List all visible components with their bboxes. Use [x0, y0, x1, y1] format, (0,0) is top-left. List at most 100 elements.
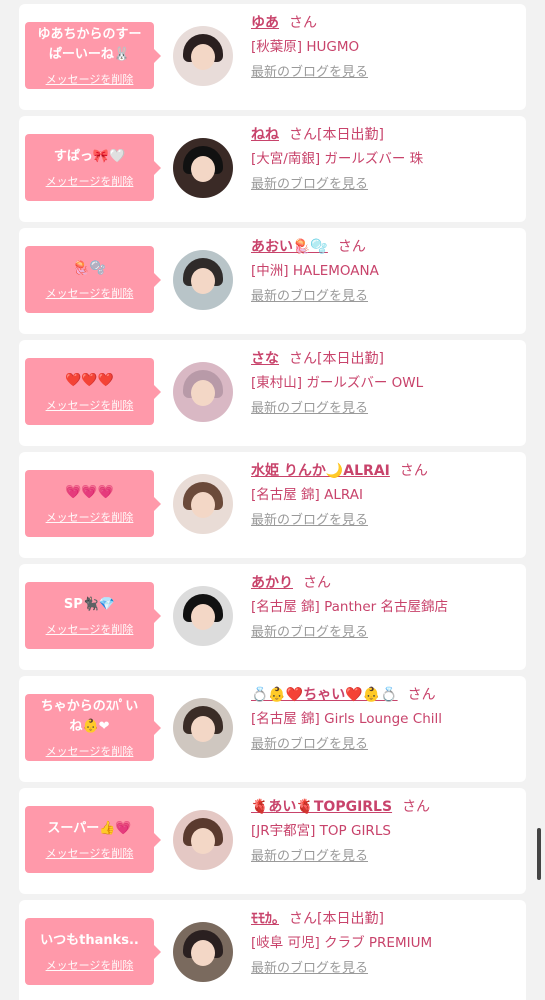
avatar[interactable] — [173, 250, 233, 310]
cast-info: ゆあ さん [秋葉原] HUGMO 最新のブログを見る — [251, 10, 518, 83]
cast-info: あかり さん [名古屋 錦] Panther 名古屋錦店 最新のブログを見る — [251, 570, 518, 643]
message-bubble: 💗💗💗 メッセージを削除 — [25, 470, 161, 537]
cast-name-link[interactable]: 💍👶❤️ちゃい❤️👶💍 — [251, 684, 398, 704]
cast-info: 💍👶❤️ちゃい❤️👶💍 さん [名古屋 錦] Girls Lounge Chil… — [251, 682, 518, 755]
delete-message-link[interactable]: メッセージを削除 — [46, 845, 134, 861]
honorific: さん — [289, 351, 317, 367]
message-card: ちゃからのｽﾊﾟい ね👶❤ メッセージを削除 💍👶❤️ちゃい❤️👶💍 さん [名… — [19, 676, 526, 782]
cast-info: ねね さん [本日出勤] [大宮/南銀] ガールズバー 珠 最新のブログを見る — [251, 122, 518, 195]
message-card: いつもthanks.. メッセージを削除 ﾓﾓｶ｡ さん [本日出勤] [岐阜 … — [19, 900, 526, 1000]
honorific: さん — [399, 463, 428, 479]
message-card: 💗💗💗 メッセージを削除 水姫 りんか🌙ALRAI さん [名古屋 錦] ALR… — [19, 452, 526, 558]
avatar-face-shape — [191, 828, 215, 854]
latest-blog-link[interactable]: 最新のブログを見る — [251, 623, 518, 643]
message-card: SP🐈‍⬛💎 メッセージを削除 あかり さん [名古屋 錦] Panther 名… — [19, 564, 526, 670]
name-row: あかり さん — [251, 570, 518, 594]
cast-info: 水姫 りんか🌙ALRAI さん [名古屋 錦] ALRAI 最新のブログを見る — [251, 458, 518, 531]
avatar[interactable] — [173, 698, 233, 758]
message-card: すぱっ🎀🤍 メッセージを削除 ねね さん [本日出勤] [大宮/南銀] ガールズ… — [19, 116, 526, 222]
message-text: いつもthanks.. — [40, 932, 139, 948]
name-row: ﾓﾓｶ｡ さん [本日出勤] — [251, 906, 518, 930]
latest-blog-link[interactable]: 最新のブログを見る — [251, 63, 518, 83]
name-row: さな さん [本日出勤] — [251, 346, 518, 370]
honorific: さん — [303, 575, 331, 591]
message-text: ❤️❤️❤️ — [65, 372, 114, 388]
latest-blog-link[interactable]: 最新のブログを見る — [251, 175, 518, 195]
message-card: ❤️❤️❤️ メッセージを削除 さな さん [本日出勤] [東村山] ガールズバ… — [19, 340, 526, 446]
cast-info: さな さん [本日出勤] [東村山] ガールズバー OWL 最新のブログを見る — [251, 346, 518, 419]
latest-blog-link[interactable]: 最新のブログを見る — [251, 399, 518, 419]
name-row: 💍👶❤️ちゃい❤️👶💍 さん — [251, 682, 518, 706]
avatar[interactable] — [173, 362, 233, 422]
cast-name-link[interactable]: あおい🪼🫧 — [251, 236, 328, 256]
message-bubble: ちゃからのｽﾊﾟい ね👶❤ メッセージを削除 — [25, 694, 161, 761]
name-row: あおい🪼🫧 さん — [251, 234, 518, 258]
scrollbar-thumb[interactable] — [537, 828, 541, 880]
message-bubble: スーパー👍💗 メッセージを削除 — [25, 806, 161, 873]
latest-blog-link[interactable]: 最新のブログを見る — [251, 511, 518, 531]
avatar-face-shape — [191, 716, 215, 742]
name-row: ねね さん [本日出勤] — [251, 122, 518, 146]
avatar[interactable] — [173, 138, 233, 198]
latest-blog-link[interactable]: 最新のブログを見る — [251, 735, 518, 755]
latest-blog-link[interactable]: 最新のブログを見る — [251, 959, 518, 979]
delete-message-link[interactable]: メッセージを削除 — [46, 957, 134, 973]
message-bubble: SP🐈‍⬛💎 メッセージを削除 — [25, 582, 161, 649]
latest-blog-link[interactable]: 最新のブログを見る — [251, 287, 518, 307]
message-text: スーパー👍💗 — [47, 820, 132, 836]
message-card: 🪼🫧 メッセージを削除 あおい🪼🫧 さん [中洲] HALEMOANA 最新のブ… — [19, 228, 526, 334]
message-card: スーパー👍💗 メッセージを削除 🫀あい🫀TOPGIRLS さん [JR宇都宮] … — [19, 788, 526, 894]
message-text: すぱっ🎀🤍 — [53, 148, 126, 164]
message-text: 💗💗💗 — [65, 484, 114, 500]
name-row: 🫀あい🫀TOPGIRLS さん — [251, 794, 518, 818]
cast-name-link[interactable]: さな — [251, 348, 279, 368]
message-bubble: ❤️❤️❤️ メッセージを削除 — [25, 358, 161, 425]
cast-name-link[interactable]: 🫀あい🫀TOPGIRLS — [251, 796, 392, 816]
avatar[interactable] — [173, 810, 233, 870]
shop-name: [岐阜 可児] クラブ PREMIUM — [251, 935, 433, 951]
cast-name-link[interactable]: ﾓﾓｶ｡ — [251, 908, 279, 928]
shop-name: [名古屋 錦] Girls Lounge Chill — [251, 711, 443, 727]
cast-name-link[interactable]: ねね — [251, 124, 279, 144]
avatar[interactable] — [173, 26, 233, 86]
delete-message-link[interactable]: メッセージを削除 — [46, 397, 134, 413]
shop-name: [名古屋 錦] Panther 名古屋錦店 — [251, 599, 448, 615]
shop-name: [中洲] HALEMOANA — [251, 263, 379, 279]
shop-name: [JR宇都宮] TOP GIRLS — [251, 823, 391, 839]
avatar[interactable] — [173, 586, 233, 646]
cast-info: ﾓﾓｶ｡ さん [本日出勤] [岐阜 可児] クラブ PREMIUM 最新のブロ… — [251, 906, 518, 979]
delete-message-link[interactable]: メッセージを削除 — [46, 743, 134, 759]
avatar-face-shape — [191, 380, 215, 406]
honorific: さん — [337, 239, 366, 255]
delete-message-link[interactable]: メッセージを削除 — [46, 621, 134, 637]
latest-blog-link[interactable]: 最新のブログを見る — [251, 847, 518, 867]
avatar-face-shape — [191, 492, 215, 518]
honorific: さん — [402, 799, 431, 815]
shop-name: [大宮/南銀] ガールズバー 珠 — [251, 151, 424, 167]
cast-info: 🫀あい🫀TOPGIRLS さん [JR宇都宮] TOP GIRLS 最新のブログ… — [251, 794, 518, 867]
cast-name-link[interactable]: あかり — [251, 572, 293, 592]
avatar-face-shape — [191, 268, 215, 294]
avatar[interactable] — [173, 922, 233, 982]
honorific: さん — [289, 15, 317, 31]
cast-name-link[interactable]: ゆあ — [251, 12, 279, 32]
cast-name-link[interactable]: 水姫 りんか🌙ALRAI — [251, 460, 390, 480]
on-duty-tag: [本日出勤] — [317, 911, 384, 927]
name-row: ゆあ さん — [251, 10, 518, 34]
name-row: 水姫 りんか🌙ALRAI さん — [251, 458, 518, 482]
on-duty-tag: [本日出勤] — [317, 351, 384, 367]
avatar[interactable] — [173, 474, 233, 534]
avatar-face-shape — [191, 604, 215, 630]
message-bubble: すぱっ🎀🤍 メッセージを削除 — [25, 134, 161, 201]
shop-name: [名古屋 錦] ALRAI — [251, 487, 363, 503]
message-bubble: 🪼🫧 メッセージを削除 — [25, 246, 161, 313]
message-bubble: いつもthanks.. メッセージを削除 — [25, 918, 161, 985]
message-card: ゆあちからのすー ぱーいーね🐰 メッセージを削除 ゆあ さん [秋葉原] HUG… — [19, 4, 526, 110]
delete-message-link[interactable]: メッセージを削除 — [46, 509, 134, 525]
message-text: ゆあちからのすー ぱーいーね🐰 — [37, 26, 142, 62]
honorific: さん — [289, 127, 317, 143]
delete-message-link[interactable]: メッセージを削除 — [46, 173, 134, 189]
delete-message-link[interactable]: メッセージを削除 — [46, 71, 134, 87]
delete-message-link[interactable]: メッセージを削除 — [46, 285, 134, 301]
message-bubble: ゆあちからのすー ぱーいーね🐰 メッセージを削除 — [25, 22, 161, 89]
